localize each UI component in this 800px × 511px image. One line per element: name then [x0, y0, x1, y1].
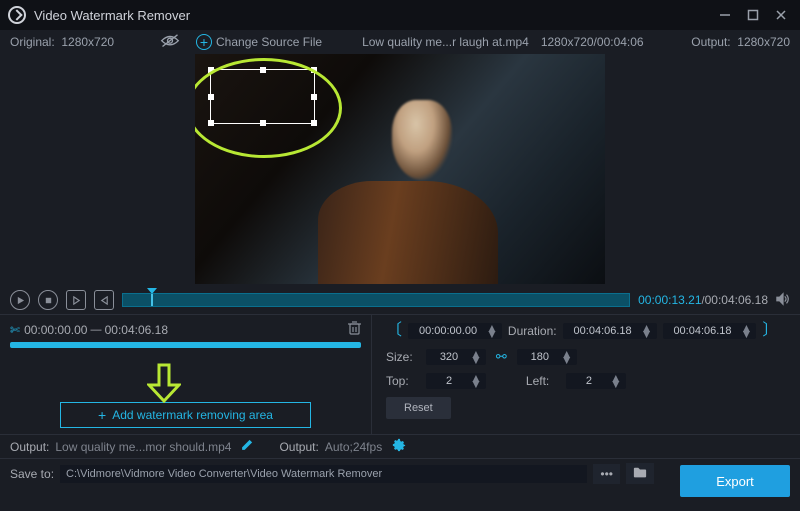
- height-input[interactable]: ▲▼: [517, 349, 577, 365]
- timecode-display: 00:00:13.21/00:04:06.18: [638, 293, 768, 307]
- duration-input[interactable]: ▲▼: [563, 323, 657, 339]
- format-label: Output:: [279, 440, 318, 454]
- time-segments-panel: ✄ 00:00:00.00 — 00:04:06.18 + Add waterm…: [0, 315, 372, 434]
- scissors-icon: ✄: [10, 323, 20, 337]
- preview-area: [0, 54, 800, 286]
- save-path-field[interactable]: C:\Vidmore\Vidmore Video Converter\Video…: [60, 465, 587, 483]
- close-button[interactable]: [770, 4, 792, 26]
- timeline-scrubber[interactable]: [122, 293, 630, 307]
- export-button[interactable]: Export: [680, 465, 790, 497]
- output-resolution: Output: 1280x720: [691, 35, 790, 49]
- app-title: Video Watermark Remover: [34, 8, 708, 23]
- output-file-label: Output:: [10, 440, 49, 454]
- area-properties-panel: 〔 ▲▼ Duration: ▲▼ ▲▼ 〕 Size: ▲▼ ⚯ ▲▼ Top:…: [372, 315, 800, 434]
- start-time-input[interactable]: ▲▼: [408, 323, 502, 339]
- volume-icon[interactable]: [776, 292, 790, 309]
- rename-output-button[interactable]: [241, 439, 253, 454]
- play-button[interactable]: [10, 290, 30, 310]
- app-logo-icon: [8, 6, 26, 24]
- save-to-label: Save to:: [10, 467, 54, 481]
- set-start-button[interactable]: [66, 290, 86, 310]
- duration-label: Duration:: [508, 324, 557, 338]
- browse-path-button[interactable]: •••: [593, 464, 620, 484]
- playback-controls: 00:00:13.21/00:04:06.18: [0, 286, 800, 314]
- reset-button[interactable]: Reset: [386, 397, 451, 419]
- output-filename: Low quality me...mor should.mp4: [55, 440, 231, 454]
- plus-icon: +: [98, 407, 106, 423]
- left-input[interactable]: ▲▼: [566, 373, 626, 389]
- segment-bar[interactable]: [10, 342, 361, 348]
- open-folder-button[interactable]: [626, 463, 654, 484]
- format-value: Auto;24fps: [325, 440, 382, 454]
- bracket-start-icon[interactable]: 〔: [386, 323, 402, 339]
- add-watermark-area-button[interactable]: + Add watermark removing area: [60, 402, 311, 428]
- delete-segment-button[interactable]: [348, 321, 361, 338]
- title-bar: Video Watermark Remover: [0, 0, 800, 30]
- bracket-end-icon[interactable]: 〕: [762, 323, 778, 339]
- source-resolution: 1280x720/00:04:06: [541, 35, 644, 49]
- info-strip: Original: 1280x720 + Change Source File …: [0, 30, 800, 54]
- annotation-arrow: [147, 363, 181, 406]
- set-end-button[interactable]: [94, 290, 114, 310]
- top-label: Top:: [386, 374, 416, 388]
- link-aspect-icon[interactable]: ⚯: [496, 349, 507, 365]
- original-resolution: Original: 1280x720: [10, 35, 160, 49]
- preview-toggle-icon[interactable]: [160, 34, 180, 50]
- output-settings-row: Output: Low quality me...mor should.mp4 …: [0, 434, 800, 458]
- minimize-button[interactable]: [714, 4, 736, 26]
- plus-icon: +: [196, 34, 212, 50]
- width-input[interactable]: ▲▼: [426, 349, 486, 365]
- format-settings-button[interactable]: [392, 438, 406, 455]
- change-source-button[interactable]: + Change Source File: [196, 34, 322, 50]
- segment-row[interactable]: ✄ 00:00:00.00 — 00:04:06.18: [10, 321, 361, 338]
- stop-button[interactable]: [38, 290, 58, 310]
- watermark-selection-box[interactable]: [210, 69, 315, 124]
- video-preview[interactable]: [195, 54, 605, 284]
- left-label: Left:: [526, 374, 556, 388]
- top-input[interactable]: ▲▼: [426, 373, 486, 389]
- size-label: Size:: [386, 350, 416, 364]
- source-filename: Low quality me...r laugh at.mp4: [362, 35, 529, 49]
- maximize-button[interactable]: [742, 4, 764, 26]
- end-time-input[interactable]: ▲▼: [663, 323, 757, 339]
